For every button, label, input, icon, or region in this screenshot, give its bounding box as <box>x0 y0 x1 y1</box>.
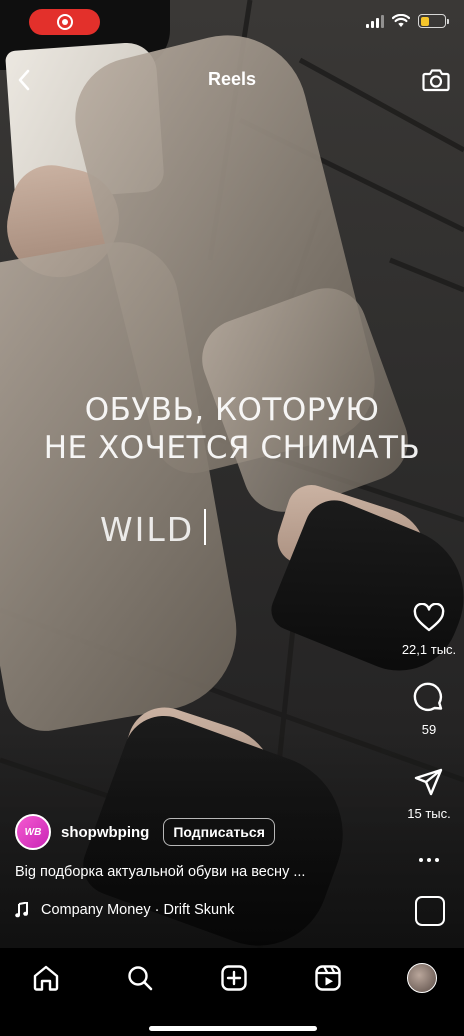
search-icon <box>128 966 153 991</box>
author-avatar[interactable]: WB <box>15 814 51 850</box>
record-icon <box>56 14 73 30</box>
home-indicator[interactable] <box>149 1026 317 1031</box>
share-count: 15 тыс. <box>407 806 451 821</box>
reels-header: Reels <box>0 56 464 104</box>
more-horizontal-icon <box>394 848 464 872</box>
screen-recording-indicator[interactable] <box>29 9 100 35</box>
battery-icon <box>418 14 449 28</box>
overlay-headline-line1: ОБУВЬ, КОТОРУЮ <box>84 392 380 428</box>
camera-icon <box>422 69 450 92</box>
like-button[interactable] <box>409 600 449 636</box>
more-options-button[interactable] <box>394 848 464 872</box>
create-icon <box>221 965 247 991</box>
follow-button[interactable]: Подписаться <box>163 818 275 846</box>
audio-thumbnail[interactable] <box>415 896 445 926</box>
author-username[interactable]: shopwbping <box>61 824 149 841</box>
comment-count: 59 <box>421 722 437 737</box>
reels-icon <box>315 965 341 991</box>
nav-search[interactable] <box>120 958 160 998</box>
overlay-brand-text: WILD <box>100 510 195 549</box>
comment-action[interactable]: 59 <box>394 680 464 737</box>
text-cursor <box>204 509 206 545</box>
profile-avatar <box>407 963 437 993</box>
like-action[interactable]: 22,1 тыс. <box>394 600 464 657</box>
nav-home[interactable] <box>26 958 66 998</box>
audio-track[interactable]: Company Money · Drift Skunk <box>15 902 234 918</box>
comment-icon <box>413 682 443 711</box>
nav-create[interactable] <box>214 958 254 998</box>
page-title: Reels <box>207 69 257 89</box>
heart-icon <box>413 603 445 632</box>
send-icon <box>414 768 443 796</box>
post-author: WB shopwbping Подписаться <box>15 814 275 850</box>
avatar-logo-text: WB <box>24 826 42 838</box>
share-button[interactable] <box>409 764 449 800</box>
nav-profile[interactable] <box>402 958 442 998</box>
music-note-icon <box>15 902 33 918</box>
status-icons <box>366 14 449 28</box>
post-caption[interactable]: Big подборка актуальной обуви на весну .… <box>15 864 305 880</box>
home-icon <box>33 965 59 991</box>
overlay-headline-line2: НЕ ХОЧЕТСЯ СНИМАТЬ <box>43 430 421 466</box>
nav-reels[interactable] <box>308 958 348 998</box>
comment-button[interactable] <box>409 680 449 716</box>
share-action[interactable]: 15 тыс. <box>394 764 464 821</box>
audio-track-label: Company Money · Drift Skunk <box>41 902 235 918</box>
bottom-navigation <box>0 948 464 1036</box>
camera-button[interactable] <box>420 64 452 96</box>
status-bar <box>0 0 464 44</box>
cellular-signal-icon <box>366 14 384 28</box>
like-count: 22,1 тыс. <box>401 642 457 657</box>
wifi-icon <box>392 14 410 27</box>
